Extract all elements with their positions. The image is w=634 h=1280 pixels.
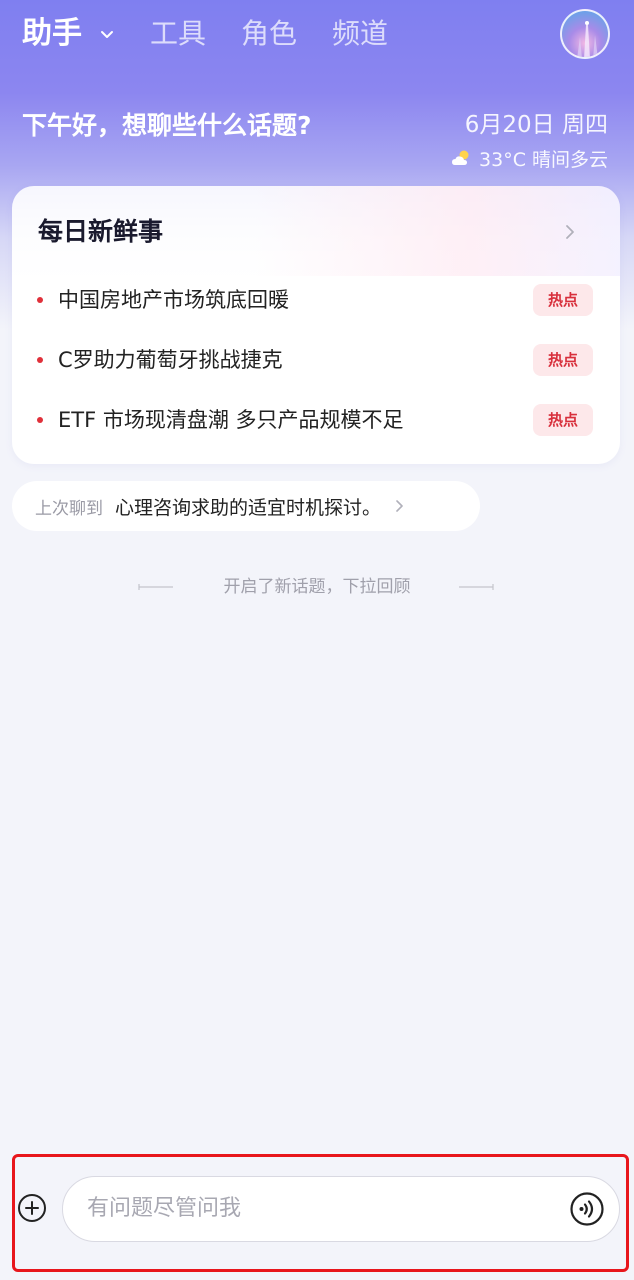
chevron-right-icon[interactable] [560, 222, 580, 242]
divider-line-right [459, 584, 494, 590]
hot-badge: 热点 [533, 284, 593, 316]
chevron-right-icon [396, 500, 403, 512]
chat-input[interactable] [87, 1177, 547, 1240]
news-text: 中国房地产市场筑底回暖 [58, 288, 289, 312]
bullet-dot [37, 357, 43, 363]
top-nav: 助手 工具 角色 频道 [0, 0, 634, 70]
voice-icon[interactable] [569, 1191, 605, 1227]
news-text: C罗助力葡萄牙挑战捷克 [58, 348, 283, 372]
news-text: ETF 市场现清盘潮 多只产品规模不足 [58, 408, 404, 432]
avatar[interactable] [560, 9, 610, 59]
news-item[interactable]: C罗助力葡萄牙挑战捷克 热点 [12, 340, 620, 380]
tab-channels[interactable]: 频道 [332, 14, 388, 54]
hot-badge: 热点 [533, 404, 593, 436]
last-chat-text: 心理咨询求助的适宜时机探讨。 [115, 496, 382, 519]
daily-news-card[interactable]: 每日新鲜事 中国房地产市场筑底回暖 热点 C罗助力葡萄牙挑战捷克 热点 ETF … [12, 186, 620, 464]
greeting-text: 下午好，想聊些什么话题? [22, 111, 312, 140]
date-text: 6月20日 周四 [464, 112, 608, 138]
last-chat-pill[interactable]: 上次聊到 心理咨询求助的适宜时机探讨。 [12, 481, 480, 531]
hot-badge: 热点 [533, 344, 593, 376]
plus-icon[interactable] [16, 1192, 48, 1224]
weather-info: 33°C 晴间多云 [451, 144, 608, 172]
chat-input-box[interactable] [62, 1176, 620, 1242]
bullet-dot [37, 297, 43, 303]
tab-assistant[interactable]: 助手 [22, 14, 82, 54]
bullet-dot [37, 417, 43, 423]
weather-text: 33°C 晴间多云 [479, 148, 608, 171]
history-divider: 开启了新话题，下拉回顾 [0, 572, 634, 602]
tab-roles[interactable]: 角色 [241, 14, 297, 54]
news-item[interactable]: ETF 市场现清盘潮 多只产品规模不足 热点 [12, 400, 620, 440]
news-item[interactable]: 中国房地产市场筑底回暖 热点 [12, 280, 620, 320]
last-chat-label: 上次聊到 [35, 498, 103, 519]
partly-cloudy-icon [452, 150, 469, 165]
divider-text: 开启了新话题，下拉回顾 [223, 577, 411, 597]
tab-tools[interactable]: 工具 [150, 14, 206, 54]
chevron-down-icon[interactable] [97, 24, 117, 44]
card-title: 每日新鲜事 [38, 217, 164, 246]
